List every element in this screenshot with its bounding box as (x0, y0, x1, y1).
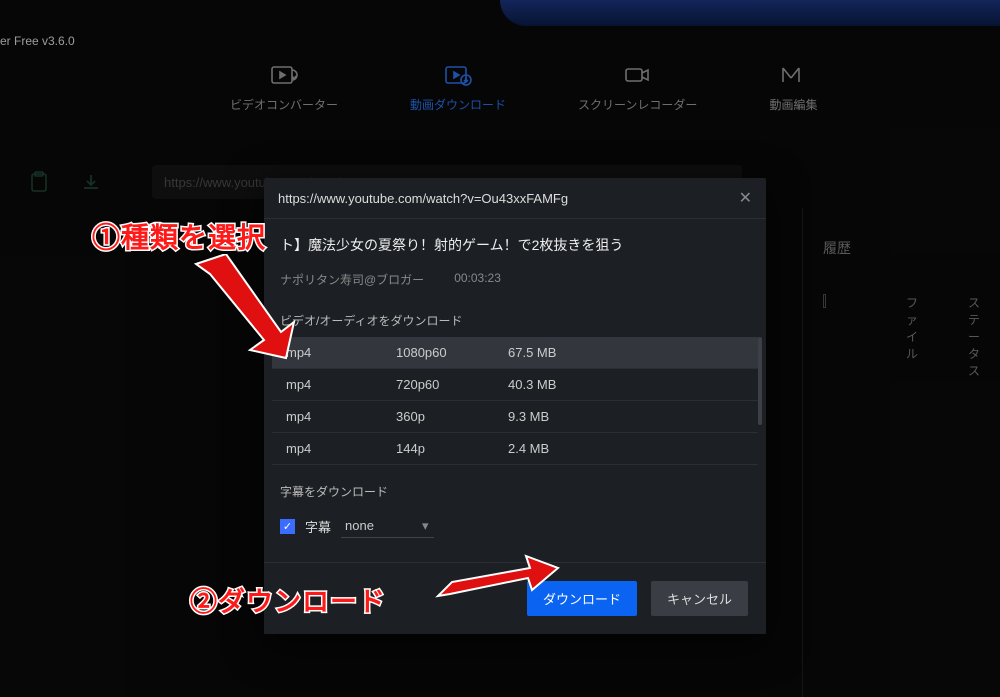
subtitle-section-label: 字幕をダウンロード (264, 465, 766, 508)
subtitle-label: 字幕 (305, 517, 331, 536)
format: mp4 (286, 441, 396, 456)
resolution: 720p60 (396, 377, 508, 392)
video-title: ト】魔法少女の夏祭り！射的ゲーム！で2枚抜きを狙う (280, 235, 750, 255)
filesize: 40.3 MB (508, 377, 744, 392)
format: mp4 (286, 377, 396, 392)
annotation-arrow-1 (186, 254, 296, 364)
video-author: ナポリタン寿司@ブロガー (280, 271, 424, 288)
download-options-list: mp4 1080p60 67.5 MB mp4 720p60 40.3 MB m… (264, 337, 766, 465)
subtitle-checkbox[interactable]: ✓ (280, 519, 295, 534)
cancel-button[interactable]: キャンセル (651, 581, 748, 616)
modal-url: https://www.youtube.com/watch?v=Ou43xxFA… (278, 191, 568, 206)
annotation-arrow-2 (432, 554, 562, 614)
resolution: 360p (396, 409, 508, 424)
format: mp4 (286, 345, 396, 360)
filesize: 67.5 MB (508, 345, 744, 360)
download-option[interactable]: mp4 720p60 40.3 MB (272, 369, 758, 401)
download-option[interactable]: mp4 360p 9.3 MB (272, 401, 758, 433)
format: mp4 (286, 409, 396, 424)
filesize: 9.3 MB (508, 409, 744, 424)
download-option[interactable]: mp4 144p 2.4 MB (272, 433, 758, 465)
download-section-label: ビデオ/オーディオをダウンロード (264, 294, 766, 337)
close-icon[interactable]: ✕ (739, 188, 752, 208)
resolution: 1080p60 (396, 345, 508, 360)
chevron-down-icon: ▾ (422, 518, 429, 534)
subtitle-select[interactable]: none (341, 514, 434, 538)
resolution: 144p (396, 441, 508, 456)
video-duration: 00:03:23 (454, 271, 501, 288)
scrollbar-thumb[interactable] (758, 337, 762, 425)
filesize: 2.4 MB (508, 441, 744, 456)
download-option[interactable]: mp4 1080p60 67.5 MB (272, 337, 758, 369)
